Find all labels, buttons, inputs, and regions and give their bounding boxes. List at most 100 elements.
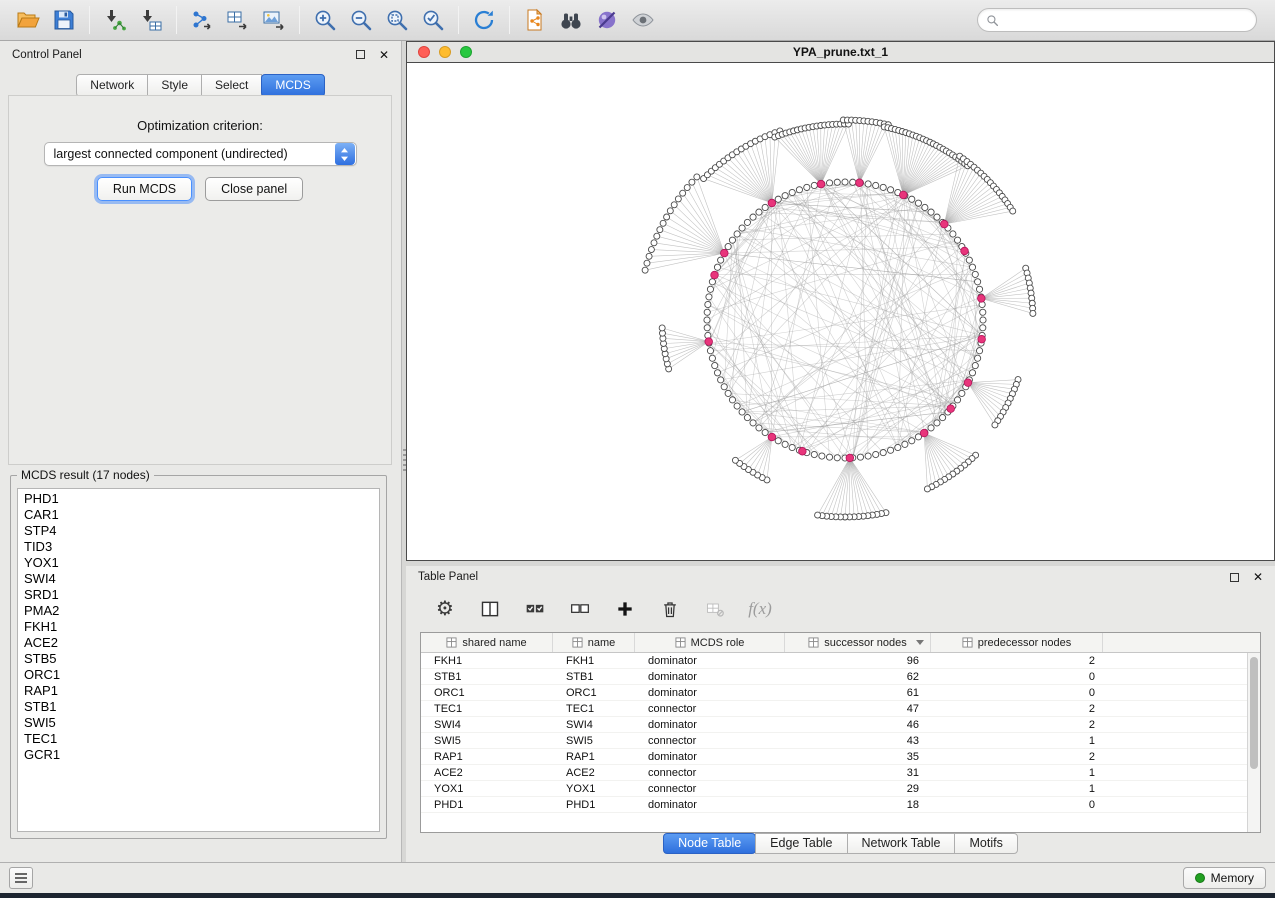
network-node[interactable] <box>909 196 915 202</box>
table-cell[interactable]: TEC1 <box>421 701 553 716</box>
network-node[interactable] <box>873 182 879 188</box>
table-row[interactable]: FKH1FKH1dominator962 <box>421 653 1247 669</box>
table-cell[interactable]: SWI5 <box>553 733 635 748</box>
table-cell[interactable]: ACE2 <box>421 765 553 780</box>
network-node[interactable] <box>972 271 978 277</box>
network-node[interactable] <box>924 486 930 492</box>
network-node[interactable] <box>928 209 934 215</box>
tab-node-table[interactable]: Node Table <box>663 833 756 854</box>
network-node[interactable] <box>819 453 825 459</box>
network-node[interactable] <box>782 441 788 447</box>
deselect-all-rows-button[interactable] <box>567 595 593 623</box>
mcds-node-item[interactable]: SWI4 <box>24 571 379 587</box>
network-node[interactable] <box>675 196 681 202</box>
mcds-node-item[interactable]: STB1 <box>24 699 379 715</box>
table-scrollbar[interactable] <box>1247 653 1260 832</box>
table-row[interactable]: YOX1YOX1connector291 <box>421 781 1247 797</box>
network-node[interactable] <box>980 317 986 323</box>
network-node[interactable] <box>642 267 648 273</box>
network-node[interactable] <box>969 370 975 376</box>
network-node[interactable] <box>707 286 713 292</box>
tab-edge-table[interactable]: Edge Table <box>755 833 847 854</box>
network-node[interactable] <box>834 179 840 185</box>
float-table-panel-icon[interactable] <box>1230 573 1239 582</box>
network-node[interactable] <box>934 420 940 426</box>
table-cell[interactable]: 0 <box>931 685 1103 700</box>
network-node[interactable] <box>902 441 908 447</box>
search-input[interactable] <box>1004 13 1248 27</box>
float-panel-icon[interactable] <box>356 50 365 59</box>
show-columns-button[interactable] <box>477 595 503 623</box>
table-cell[interactable]: STB1 <box>421 669 553 684</box>
table-cell[interactable]: 2 <box>931 717 1103 732</box>
network-node[interactable] <box>729 397 735 403</box>
fit-content-button[interactable] <box>379 3 415 37</box>
zoom-selected-button[interactable] <box>415 3 451 37</box>
network-node[interactable] <box>705 301 711 307</box>
network-node[interactable] <box>826 454 832 460</box>
network-node[interactable] <box>796 187 802 193</box>
network-node[interactable] <box>775 196 781 202</box>
network-node[interactable] <box>714 370 720 376</box>
network-node[interactable] <box>789 189 795 195</box>
network-node[interactable] <box>646 253 652 259</box>
network-node[interactable] <box>887 447 893 453</box>
network-node[interactable] <box>842 179 848 185</box>
table-cell[interactable]: 29 <box>785 781 931 796</box>
export-web-button[interactable] <box>517 3 553 37</box>
table-cell[interactable]: 61 <box>785 685 931 700</box>
table-cell[interactable]: 43 <box>785 733 931 748</box>
network-node[interactable] <box>880 184 886 190</box>
table-cell[interactable]: ORC1 <box>421 685 553 700</box>
mcds-node-item[interactable]: STP4 <box>24 523 379 539</box>
network-node[interactable] <box>966 257 972 263</box>
export-table-button[interactable] <box>220 3 256 37</box>
network-node[interactable] <box>644 260 650 266</box>
table-row[interactable]: STB1STB1dominator620 <box>421 669 1247 685</box>
network-node[interactable] <box>811 451 817 457</box>
optimization-criterion-select[interactable]: largest connected component (undirected) <box>44 142 357 166</box>
delete-rows-button[interactable] <box>657 595 683 623</box>
network-node[interactable] <box>750 420 756 426</box>
network-node[interactable] <box>729 237 735 243</box>
table-cell[interactable]: ACE2 <box>553 765 635 780</box>
network-node[interactable] <box>928 425 934 431</box>
mcds-hub-node[interactable] <box>817 180 825 188</box>
table-cell[interactable]: connector <box>635 733 785 748</box>
network-node[interactable] <box>975 355 981 361</box>
table-cell[interactable]: PHD1 <box>553 797 635 812</box>
network-node[interactable] <box>712 362 718 368</box>
network-node[interactable] <box>744 219 750 225</box>
zoom-in-button[interactable] <box>307 3 343 37</box>
table-cell[interactable]: dominator <box>635 669 785 684</box>
network-node[interactable] <box>980 325 986 331</box>
network-node[interactable] <box>972 362 978 368</box>
toolbar-search[interactable] <box>977 8 1257 32</box>
table-row[interactable]: SWI4SWI4dominator462 <box>421 717 1247 733</box>
network-node[interactable] <box>709 355 715 361</box>
table-cell[interactable]: RAP1 <box>421 749 553 764</box>
table-cell[interactable]: dominator <box>635 685 785 700</box>
tab-network-table[interactable]: Network Table <box>847 833 956 854</box>
mcds-node-item[interactable]: ACE2 <box>24 635 379 651</box>
network-node[interactable] <box>954 397 960 403</box>
mcds-node-item[interactable]: RAP1 <box>24 683 379 699</box>
memory-button[interactable]: Memory <box>1183 867 1266 889</box>
mcds-hub-node[interactable] <box>711 271 719 279</box>
network-node[interactable] <box>762 204 768 210</box>
export-network-button[interactable] <box>184 3 220 37</box>
table-row[interactable]: PHD1PHD1dominator180 <box>421 797 1247 813</box>
network-node[interactable] <box>969 264 975 270</box>
network-node[interactable] <box>718 257 724 263</box>
network-node[interactable] <box>1010 208 1016 214</box>
table-cell[interactable]: 0 <box>931 797 1103 812</box>
mcds-node-item[interactable]: YOX1 <box>24 555 379 571</box>
close-panel-icon[interactable]: ✕ <box>379 49 389 61</box>
table-cell[interactable]: 2 <box>931 653 1103 668</box>
mcds-node-item[interactable]: ORC1 <box>24 667 379 683</box>
table-cell[interactable]: TEC1 <box>553 701 635 716</box>
network-node[interactable] <box>857 454 863 460</box>
table-cell[interactable]: 1 <box>931 733 1103 748</box>
select-all-rows-button[interactable] <box>522 595 548 623</box>
network-node[interactable] <box>834 455 840 461</box>
